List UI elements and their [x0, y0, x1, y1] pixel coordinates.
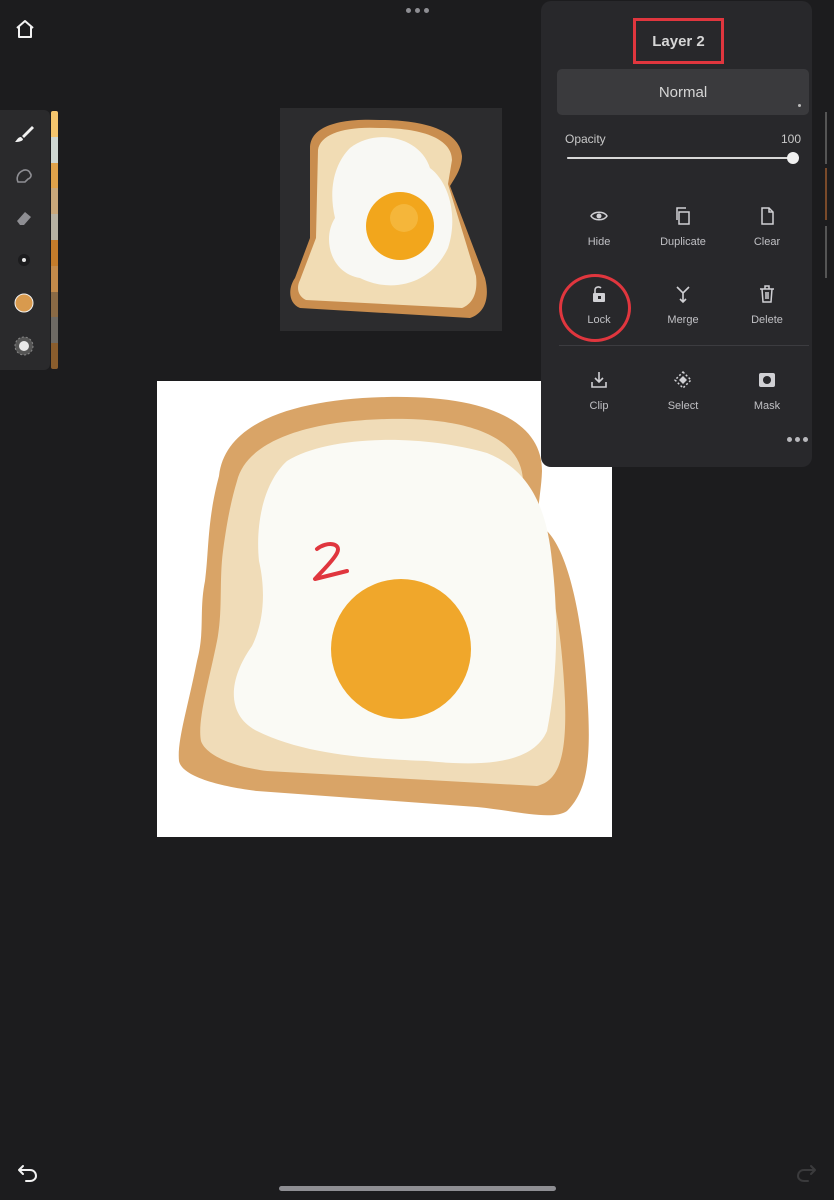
clip-label: Clip [589, 400, 609, 412]
opacity-label: Opacity [565, 132, 606, 146]
panel-divider [559, 345, 809, 346]
smudge-tool[interactable] [10, 162, 38, 190]
blend-mode-indicator [798, 104, 801, 107]
undo-button[interactable] [16, 1160, 40, 1184]
brush-size-icon [18, 254, 30, 266]
color-swatch[interactable] [51, 317, 58, 344]
dot-icon [414, 8, 420, 13]
document-icon [755, 204, 779, 228]
opacity-slider[interactable] [567, 157, 793, 159]
color-swatch[interactable] [51, 265, 58, 292]
home-icon [16, 20, 34, 38]
dot-icon [795, 437, 800, 442]
more-options-button[interactable] [402, 8, 432, 18]
layer-name: Layer 2 [652, 32, 705, 50]
mask-button[interactable]: Mask [727, 368, 807, 424]
mask-icon [755, 368, 779, 392]
clip-button[interactable]: Clip [559, 368, 639, 424]
opacity-slider-fill [567, 157, 793, 159]
panel-more-button[interactable] [787, 437, 808, 442]
color-icon [14, 293, 34, 313]
redo-icon [797, 1165, 816, 1182]
merge-icon [671, 282, 695, 306]
select-button[interactable]: Select [643, 368, 723, 424]
mask-label: Mask [753, 400, 781, 412]
color-swatch[interactable] [51, 188, 58, 215]
brush-size-control[interactable] [10, 246, 38, 274]
color-swatch[interactable] [51, 162, 58, 189]
opacity-slider-handle[interactable] [787, 152, 799, 164]
egg-toast-photo [280, 108, 502, 331]
color-swatch[interactable] [51, 343, 58, 369]
home-button[interactable] [12, 16, 38, 42]
select-label: Select [667, 400, 699, 412]
tool-sidebar [0, 110, 50, 370]
clip-icon [587, 368, 611, 392]
clear-label: Clear [753, 236, 781, 248]
brush-icon [15, 126, 34, 142]
dot-icon [423, 8, 429, 13]
color-swatch[interactable] [51, 291, 58, 318]
edge-divider [825, 168, 827, 220]
color-swatch[interactable] [51, 136, 58, 163]
opacity-icon [14, 336, 34, 356]
eraser-icon [17, 212, 31, 225]
layer-options-panel: Layer 2 Normal Opacity 100 Hide Duplicat… [541, 1, 812, 467]
hide-button[interactable]: Hide [559, 204, 639, 260]
edge-divider [825, 226, 827, 278]
merge-button[interactable]: Merge [643, 282, 723, 338]
blend-mode-label: Normal [658, 83, 708, 101]
layer-name-button[interactable]: Layer 2 [633, 18, 724, 64]
brush-tool[interactable] [10, 120, 38, 148]
opacity-value: 100 [781, 132, 802, 146]
dot-icon [405, 8, 411, 13]
color-swatch[interactable] [51, 214, 58, 240]
select-icon [671, 368, 695, 392]
delete-label: Delete [751, 314, 783, 326]
dot-icon [787, 437, 792, 442]
opacity-control[interactable] [10, 332, 38, 360]
lock-icon [587, 282, 611, 306]
edge-divider [825, 112, 827, 164]
color-swatch[interactable] [51, 111, 58, 137]
hide-label: Hide [587, 236, 611, 248]
lock-label: Lock [587, 314, 611, 326]
color-swatch-bar[interactable] [51, 111, 58, 369]
blend-mode-selector[interactable]: Normal [557, 69, 809, 115]
home-indicator [279, 1186, 556, 1191]
duplicate-icon [671, 204, 695, 228]
duplicate-label: Duplicate [660, 236, 706, 248]
delete-button[interactable]: Delete [727, 282, 807, 338]
eye-icon [587, 204, 611, 228]
merge-label: Merge [667, 314, 699, 326]
clear-button[interactable]: Clear [727, 204, 807, 260]
trash-icon [755, 282, 779, 306]
eraser-tool[interactable] [10, 204, 38, 232]
smudge-icon [16, 169, 32, 183]
duplicate-button[interactable]: Duplicate [643, 204, 723, 260]
lock-button[interactable]: Lock [559, 282, 639, 338]
color-swatch[interactable] [51, 239, 58, 266]
redo-button[interactable] [794, 1160, 818, 1184]
reference-image[interactable] [280, 108, 502, 331]
undo-icon [18, 1165, 37, 1182]
color-picker[interactable] [10, 289, 38, 317]
dot-icon [803, 437, 808, 442]
